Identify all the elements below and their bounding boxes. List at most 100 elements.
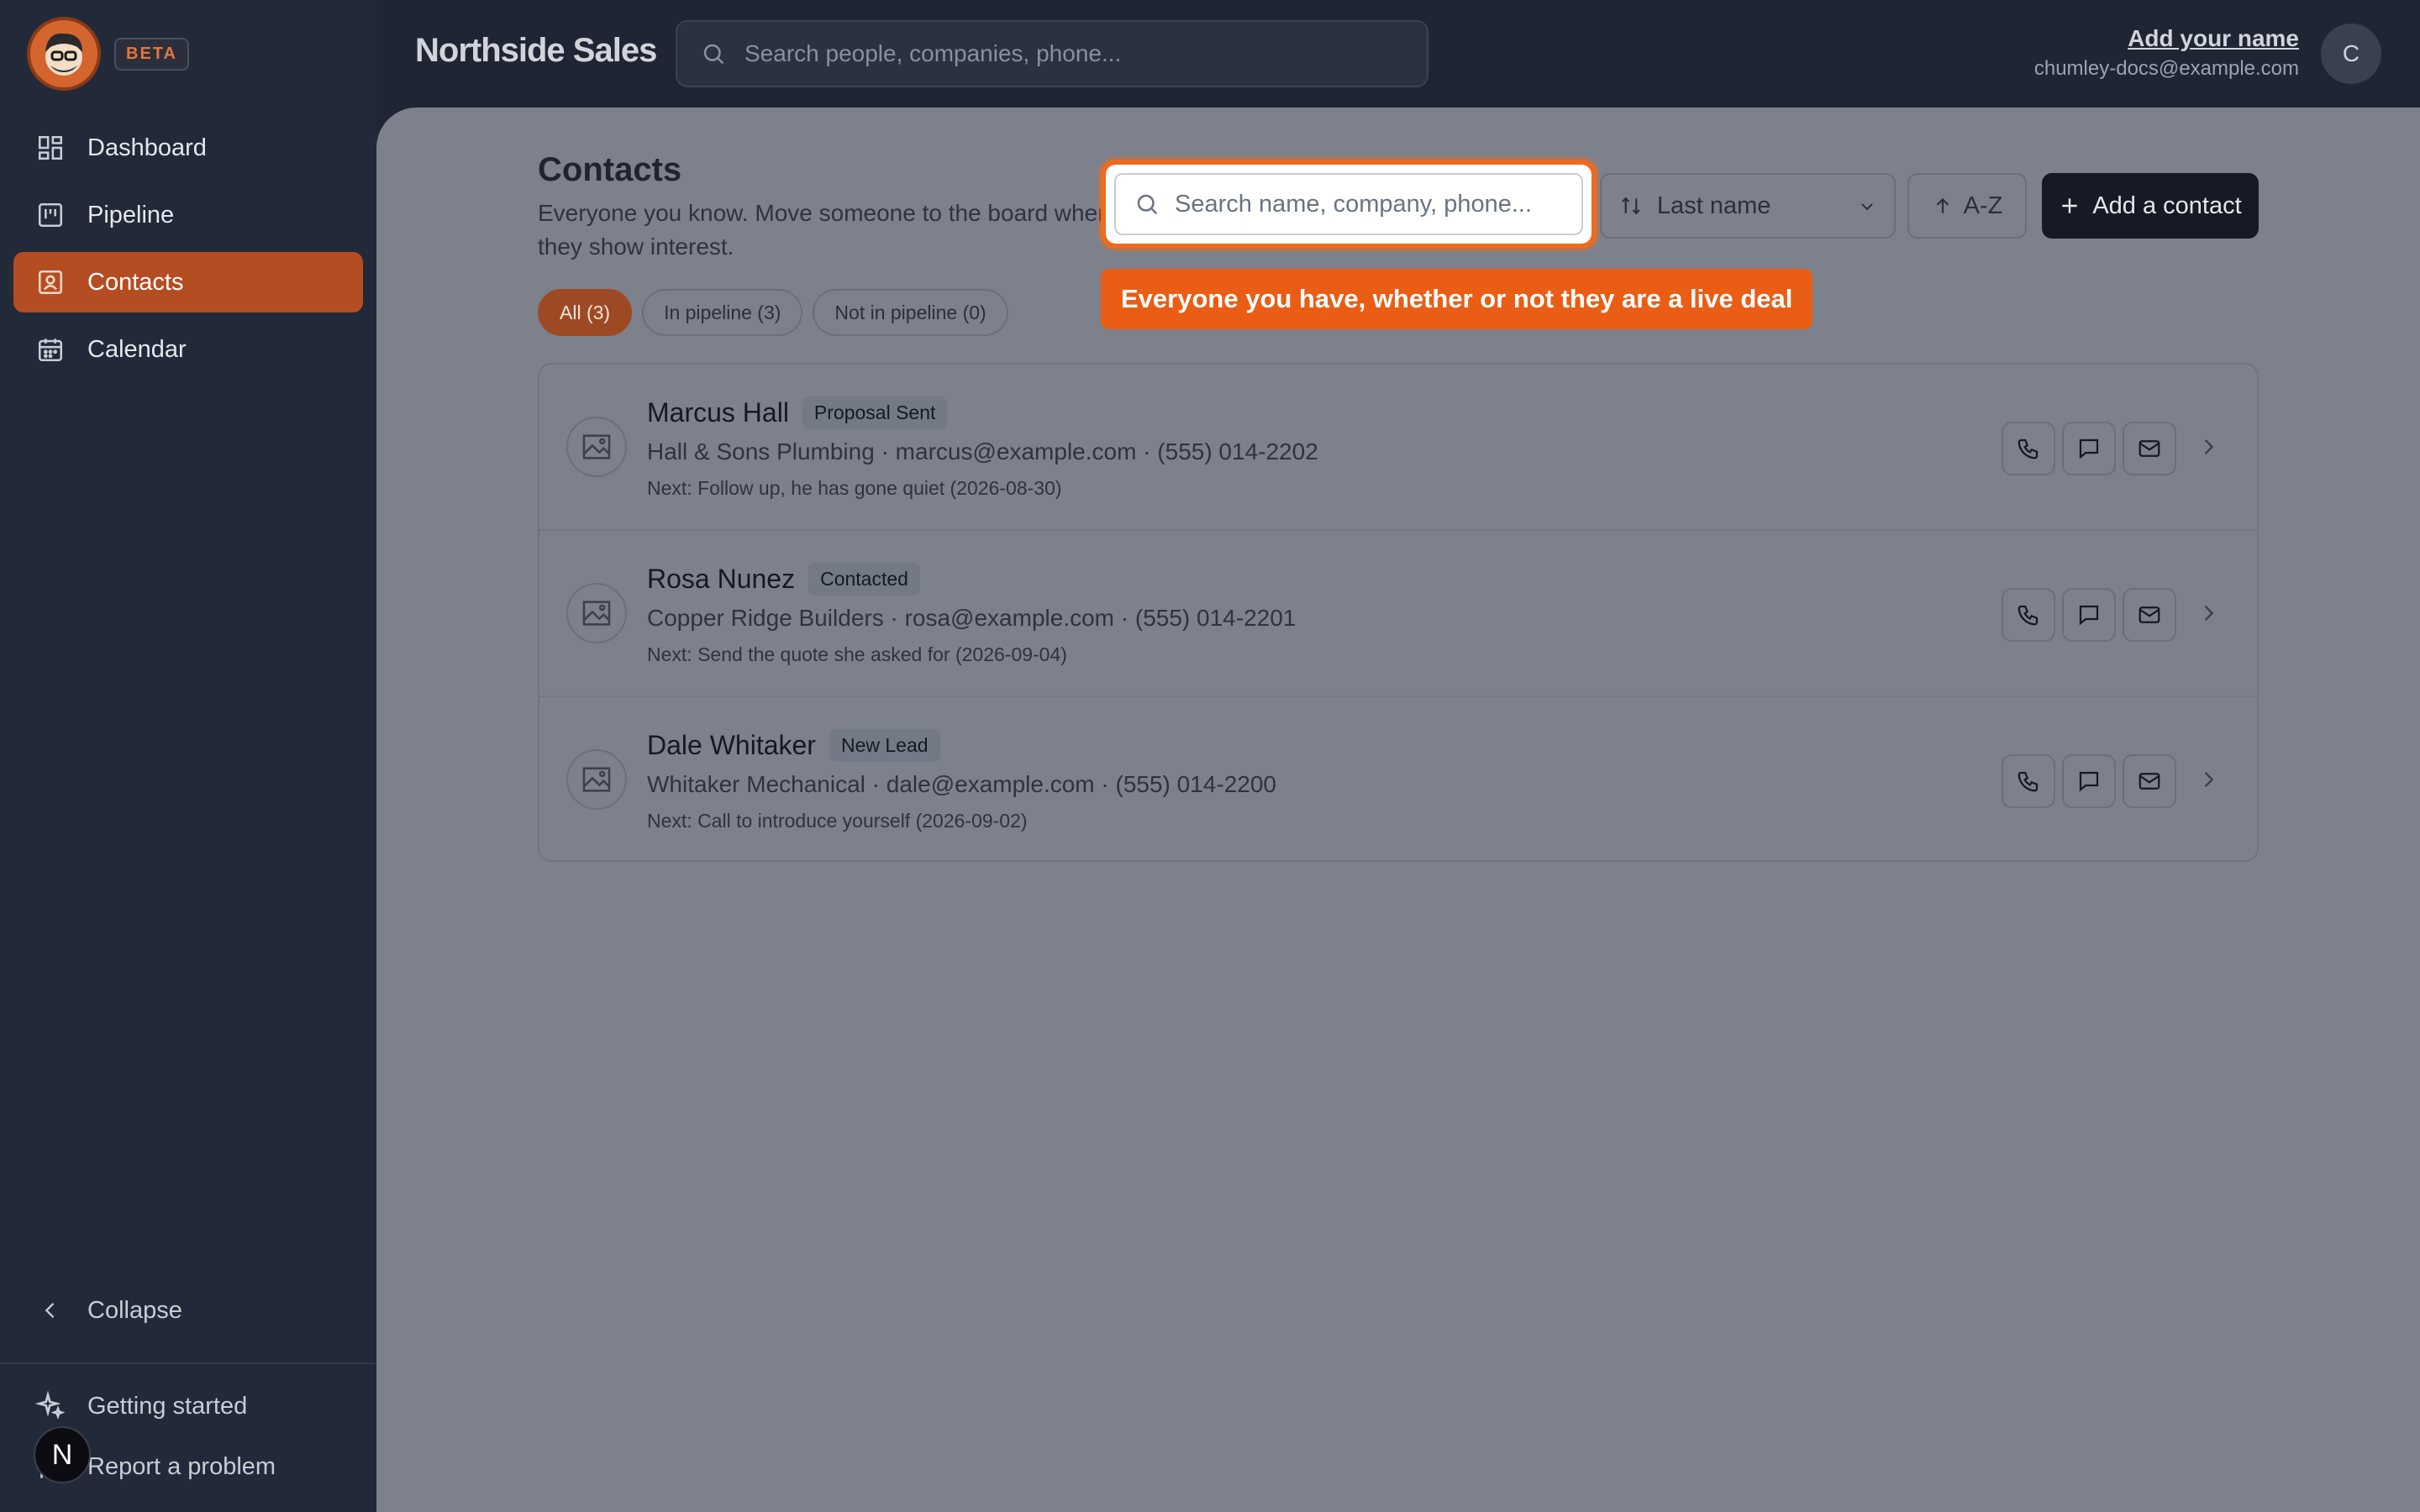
add-contact-label: Add a contact (2092, 192, 2242, 219)
chevron-right-icon[interactable] (2196, 768, 2220, 791)
phone-icon (2018, 605, 2039, 626)
contact-details: Whitaker Mechanical · dale@example.com ·… (647, 771, 1276, 797)
list-item[interactable]: Rosa Nunez Contacted Copper Ridge Builde… (539, 531, 2257, 697)
search-icon (701, 41, 726, 66)
message-button[interactable] (2062, 422, 2116, 475)
sort-arrows-icon (1618, 193, 1644, 218)
contact-list: Marcus Hall Proposal Sent Hall & Sons Pl… (538, 363, 2259, 862)
contact-details: Hall & Sons Plumbing · marcus@example.co… (647, 438, 1318, 465)
avatar (566, 417, 627, 477)
message-button[interactable] (2062, 754, 2116, 808)
contact-next-step: Next: Send the quote she asked for (2026… (647, 643, 1067, 665)
beta-badge: BETA (114, 37, 189, 71)
chevron-right-icon[interactable] (2196, 601, 2220, 625)
call-button[interactable] (2002, 588, 2055, 642)
avatar (566, 583, 627, 643)
contact-name-text: Dale Whitaker (647, 730, 816, 760)
brand: BETA (27, 17, 189, 91)
sort-direction-button[interactable]: A-Z (1907, 173, 2027, 239)
contact-name-text: Marcus Hall (647, 397, 789, 428)
contact-search-input[interactable]: Search name, company, phone... (1114, 173, 1583, 235)
sidebar-item-label: Contacts (87, 268, 184, 296)
collapse-label: Collapse (87, 1296, 182, 1324)
user-name-link[interactable]: Add your name (2128, 25, 2299, 52)
email-button[interactable] (2123, 588, 2176, 642)
phone-icon (2018, 771, 2039, 792)
sidebar-item-label: Dashboard (87, 134, 207, 161)
call-button[interactable] (2002, 422, 2055, 475)
chevron-right-icon[interactable] (2196, 435, 2220, 459)
contact-name: Marcus Hall Proposal Sent (647, 396, 948, 429)
mail-icon (2139, 440, 2160, 457)
mascot-logo[interactable] (27, 17, 101, 91)
sidebar: BETA Dashboard Pipeline Contacts Calenda… (0, 0, 376, 1512)
help-launcher-button[interactable]: N (34, 1426, 91, 1483)
filter-in-pipeline[interactable]: In pipeline (3) (642, 289, 803, 336)
contact-actions (1995, 422, 2176, 475)
list-item[interactable]: Marcus Hall Proposal Sent Hall & Sons Pl… (539, 365, 2257, 531)
chat-icon (2079, 438, 2099, 459)
contact-name: Dale Whitaker New Lead (647, 729, 940, 762)
sidebar-item-label: Calendar (87, 335, 187, 363)
collapse-button[interactable]: Collapse (34, 1294, 182, 1327)
arrow-up-icon (1932, 195, 1954, 217)
page-title: Contacts (538, 151, 682, 188)
mail-icon (2139, 773, 2160, 790)
kanban-icon (34, 198, 67, 232)
user-email: chumley-docs@example.com (2033, 57, 2299, 80)
contact-name-text: Rosa Nunez (647, 564, 796, 594)
plus-icon (2059, 195, 2081, 217)
status-badge: Contacted (808, 563, 920, 596)
add-contact-button[interactable]: Add a contact (2042, 173, 2259, 239)
filter-not-in-pipeline[interactable]: Not in pipeline (0) (813, 289, 1008, 336)
divider (0, 1362, 376, 1364)
email-button[interactable] (2123, 422, 2176, 475)
contact-card-icon (34, 265, 67, 299)
list-item[interactable]: Dale Whitaker New Lead Whitaker Mechanic… (539, 697, 2257, 864)
dashboard-icon (34, 131, 67, 165)
chevron-left-icon (34, 1294, 67, 1327)
contact-details: Copper Ridge Builders · rosa@example.com… (647, 605, 1297, 631)
getting-started-label: Getting started (87, 1392, 248, 1420)
page-description: Everyone you know. Move someone to the b… (538, 200, 1111, 260)
contact-search-placeholder: Search name, company, phone... (1175, 190, 1533, 218)
contact-actions (1995, 588, 2176, 642)
sort-field-value: Last name (1657, 192, 1771, 219)
avatar (566, 749, 627, 810)
sidebar-nav: Dashboard Pipeline Contacts Calendar (13, 118, 363, 386)
sidebar-item-pipeline[interactable]: Pipeline (13, 185, 363, 245)
chevron-down-icon (1857, 197, 1877, 217)
contact-next-step: Next: Follow up, he has gone quiet (2026… (647, 477, 1062, 499)
status-badge: New Lead (829, 729, 940, 762)
status-badge: Proposal Sent (802, 396, 948, 429)
sparkles-icon (34, 1389, 67, 1423)
sidebar-item-label: Pipeline (87, 201, 175, 228)
sidebar-item-calendar[interactable]: Calendar (13, 319, 363, 380)
message-button[interactable] (2062, 588, 2116, 642)
chat-icon (2079, 771, 2099, 792)
search-icon (1134, 192, 1160, 217)
app-title: Northside Sales (415, 32, 657, 69)
global-search-input[interactable]: Search people, companies, phone... (676, 20, 1428, 87)
contact-name: Rosa Nunez Contacted (647, 563, 920, 596)
global-search-placeholder: Search people, companies, phone... (744, 40, 1122, 66)
mail-icon (2139, 606, 2160, 623)
contact-next-step: Next: Call to introduce yourself (2026-0… (647, 810, 1028, 832)
filter-chips: All (3) In pipeline (3) Not in pipeline … (538, 289, 1018, 336)
email-button[interactable] (2123, 754, 2176, 808)
calendar-icon (34, 333, 67, 366)
avatar[interactable]: C (2321, 24, 2381, 84)
chat-icon (2079, 605, 2099, 626)
phone-icon (2018, 438, 2039, 459)
filter-all[interactable]: All (3) (538, 289, 633, 336)
sidebar-item-contacts[interactable]: Contacts (13, 252, 363, 312)
sort-direction-label: A-Z (1963, 192, 2003, 219)
getting-started-link[interactable]: Getting started (34, 1389, 247, 1423)
sidebar-item-dashboard[interactable]: Dashboard (13, 118, 363, 178)
onboarding-tooltip: Everyone you have, whether or not they a… (1101, 269, 1813, 329)
report-problem-label: Report a problem (87, 1452, 276, 1480)
call-button[interactable] (2002, 754, 2055, 808)
contact-search-spotlight: Search name, company, phone... (1101, 160, 1597, 249)
contact-actions (1995, 754, 2176, 808)
sort-field-select[interactable]: Last name (1600, 173, 1896, 239)
